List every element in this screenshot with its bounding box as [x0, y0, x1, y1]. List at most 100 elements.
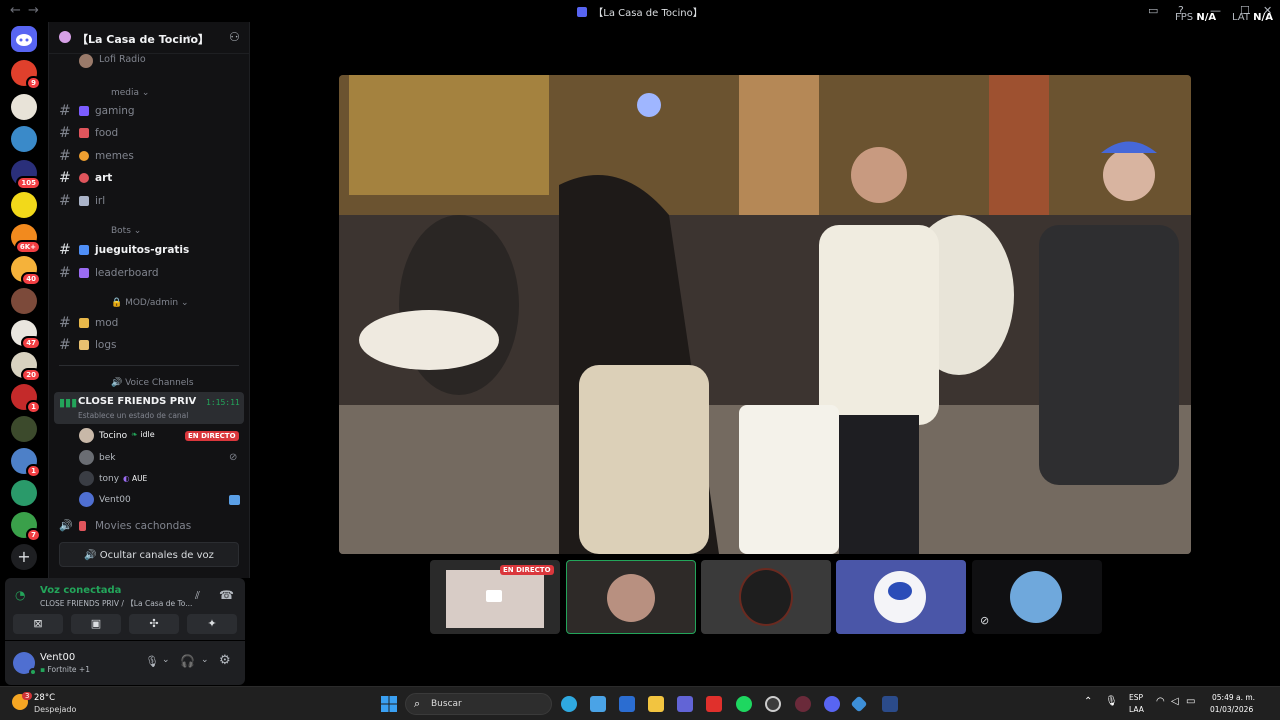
- discord-taskbar-icon[interactable]: [824, 696, 840, 712]
- chevron-up-icon[interactable]: ⌃: [1084, 696, 1092, 707]
- channel-leaderboard[interactable]: # leaderboard: [59, 263, 244, 283]
- taskbar-search[interactable]: ⌕ Buscar: [405, 693, 552, 715]
- stream-tile[interactable]: EN DIRECTO: [430, 560, 560, 634]
- server-icon-4[interactable]: 105: [11, 160, 41, 190]
- battery-icon[interactable]: ▭: [1186, 696, 1195, 707]
- server-icon-15[interactable]: 7: [11, 512, 41, 542]
- teams-icon[interactable]: [677, 696, 693, 712]
- server-icon-8[interactable]: [11, 288, 37, 314]
- volume-icon[interactable]: ◁: [1171, 696, 1179, 707]
- server-icon-9[interactable]: 47: [11, 320, 41, 350]
- chevron-down-icon[interactable]: ⌄: [162, 655, 170, 665]
- server-icon-6[interactable]: 6K+: [11, 224, 41, 254]
- store-icon[interactable]: [590, 696, 606, 712]
- hide-voice-channels-button[interactable]: 🔊 Ocultar canales de voz: [59, 542, 239, 567]
- inbox-icon[interactable]: ▭: [1148, 4, 1158, 17]
- weather-temp[interactable]: 28°C: [34, 693, 55, 703]
- server-icon-13[interactable]: 1: [11, 448, 41, 478]
- language-secondary[interactable]: LAA: [1129, 705, 1144, 714]
- avatar: [79, 492, 94, 507]
- headphones-icon[interactable]: 🎧: [180, 654, 195, 668]
- deafened-icon: ⊘: [229, 452, 238, 463]
- emoji-icon: [79, 245, 89, 255]
- noise-suppression-icon[interactable]: ⫽: [195, 589, 200, 603]
- app-diamond-icon[interactable]: [850, 695, 868, 713]
- participant-tile-vent00[interactable]: ⊘: [972, 560, 1102, 634]
- hash-icon: #: [59, 125, 71, 141]
- participant-tile-tocino[interactable]: [566, 560, 696, 634]
- username[interactable]: Vent00: [40, 652, 75, 663]
- participant-tile-tony[interactable]: [836, 560, 966, 634]
- voice-location[interactable]: CLOSE FRIENDS PRIV / 【La Casa de To...: [40, 598, 192, 609]
- channel-art[interactable]: # art: [59, 168, 244, 188]
- window-title: 【La Casa de Tocino】: [0, 4, 1280, 19]
- voice-channel-movies[interactable]: 🔊 Movies cachondas: [59, 516, 244, 536]
- voice-status[interactable]: Voz conectada: [40, 585, 121, 596]
- channel-jueguitos-gratis[interactable]: # jueguitos-gratis: [59, 240, 244, 260]
- channel-food[interactable]: # food: [59, 123, 244, 143]
- server-icon-10[interactable]: 20: [11, 352, 41, 382]
- app-icon[interactable]: [795, 696, 811, 712]
- disconnect-icon[interactable]: ☎: [219, 588, 234, 602]
- audio-app-icon[interactable]: [882, 696, 898, 712]
- voice-channel-close-friends[interactable]: ▮▮▮ CLOSE FRIENDS PRIV 1:15:11 Establece…: [54, 392, 244, 424]
- stream-video[interactable]: [339, 75, 1191, 554]
- avatar: [79, 471, 94, 486]
- outlook-icon[interactable]: [619, 696, 635, 712]
- server-icon-2[interactable]: [11, 94, 37, 120]
- user-panel: Vent00 ▪ Fortnite +1 🎙 ⌄ 🎧 ⌄ ⚙: [5, 641, 245, 685]
- server-icon-12[interactable]: [11, 416, 37, 442]
- voice-user-tocino[interactable]: Tocino ❧ idle EN DIRECTO: [79, 427, 244, 447]
- obs-icon[interactable]: [765, 696, 781, 712]
- discord-home-icon[interactable]: [11, 26, 37, 52]
- channel-memes[interactable]: # memes: [59, 146, 244, 166]
- search-icon: ⌕: [414, 697, 421, 710]
- windows-start-icon[interactable]: [381, 696, 397, 712]
- spotify-icon[interactable]: [736, 696, 752, 712]
- voice-user-bek[interactable]: bek ⊘: [79, 449, 244, 469]
- gear-icon[interactable]: ⚙: [219, 653, 231, 668]
- server-icon-14[interactable]: [11, 480, 37, 506]
- hash-icon: #: [59, 242, 71, 258]
- clock-date[interactable]: 01/03/2026: [1210, 705, 1253, 714]
- channel-status-hint[interactable]: Establece un estado de canal: [78, 411, 188, 420]
- camera-button[interactable]: ⊠: [13, 614, 63, 634]
- channel-mod[interactable]: # mod: [59, 313, 244, 333]
- microphone-icon[interactable]: 🎙: [1105, 696, 1118, 707]
- activity-icon: [229, 495, 240, 505]
- channel-logs[interactable]: # logs: [59, 335, 244, 355]
- category-media[interactable]: media ⌄: [111, 88, 149, 98]
- signal-icon[interactable]: ◔: [15, 588, 25, 602]
- add-member-icon[interactable]: ⚇: [229, 30, 240, 44]
- server-icon-1[interactable]: 9: [11, 60, 41, 90]
- soundboard-button[interactable]: ✦: [187, 614, 237, 634]
- file-explorer-icon[interactable]: [648, 696, 664, 712]
- add-server-icon[interactable]: +: [11, 544, 37, 570]
- server-icon-5[interactable]: [11, 192, 37, 218]
- channel-lofi-radio[interactable]: Lofi Radio: [59, 50, 244, 70]
- screen-share-button[interactable]: ▣: [71, 614, 121, 634]
- chevron-down-icon[interactable]: ⌄: [201, 655, 209, 665]
- edge-icon[interactable]: [561, 696, 577, 712]
- office-icon[interactable]: [706, 696, 722, 712]
- category-mod[interactable]: 🔒 MOD/admin ⌄: [111, 298, 189, 308]
- avatar: [79, 54, 93, 68]
- channel-gaming[interactable]: # gaming: [59, 101, 244, 121]
- channel-irl[interactable]: # irl: [59, 191, 244, 211]
- category-bots[interactable]: Bots ⌄: [111, 226, 141, 236]
- server-icon-7[interactable]: 40: [11, 256, 41, 286]
- language-primary[interactable]: ESP: [1129, 693, 1143, 702]
- clock-time[interactable]: 05:49 a. m.: [1212, 693, 1255, 702]
- server-icon-3[interactable]: [11, 126, 37, 152]
- category-voice[interactable]: 🔊 Voice Channels: [111, 378, 194, 388]
- server-icon-11[interactable]: 1: [11, 384, 41, 414]
- title-bar: ← → 【La Casa de Tocino】 ▭ ? — ☐ ✕ FPS N/…: [0, 0, 1280, 23]
- participant-tile-bek[interactable]: [701, 560, 831, 634]
- voice-user-vent00[interactable]: Vent00: [79, 491, 244, 511]
- weather-desc[interactable]: Despejado: [34, 705, 76, 714]
- emoji-icon: [79, 151, 89, 161]
- voice-user-tony[interactable]: tony ◐ AUE: [79, 470, 244, 490]
- microphone-icon[interactable]: 🎙: [145, 655, 159, 668]
- wifi-icon[interactable]: ◠: [1156, 696, 1165, 707]
- activities-button[interactable]: ✣: [129, 614, 179, 634]
